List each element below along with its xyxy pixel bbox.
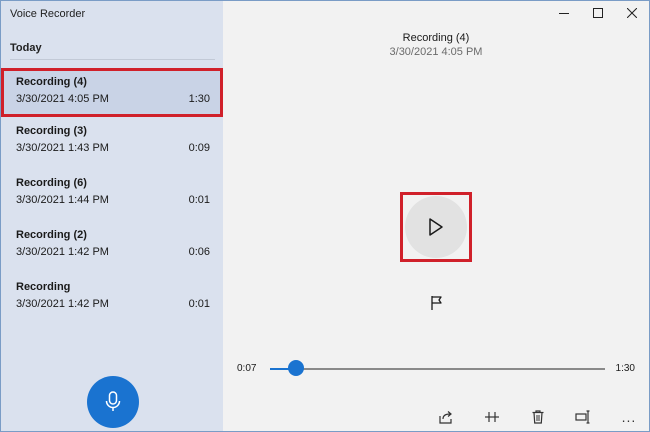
recording-date: 3/30/2021 4:05 PM: [16, 93, 109, 105]
recording-item[interactable]: Recording 3/30/2021 1:42 PM 0:01: [1, 273, 223, 325]
current-recording-title: Recording (4): [402, 32, 470, 44]
record-button[interactable]: [87, 376, 139, 428]
section-header-today: Today: [10, 42, 42, 54]
play-button[interactable]: [405, 196, 467, 258]
recording-name: Recording: [16, 281, 71, 293]
microphone-icon: [105, 391, 121, 411]
recording-item[interactable]: Recording (3) 3/30/2021 1:43 PM 0:09: [1, 117, 223, 169]
rename-button[interactable]: [572, 406, 594, 428]
recording-duration: 0:01: [188, 194, 210, 206]
more-options-button[interactable]: ...: [618, 406, 640, 428]
recordings-list: Recording (4) 3/30/2021 4:05 PM 1:30 Rec…: [1, 68, 223, 325]
sidebar: Voice Recorder Today Recording (4) 3/30/…: [1, 1, 223, 431]
seek-bar[interactable]: [270, 360, 605, 376]
play-button-highlight: [400, 192, 472, 262]
more-icon: ...: [621, 409, 637, 425]
delete-icon: [532, 410, 543, 424]
voice-recorder-window: Voice Recorder Today Recording (4) 3/30/…: [0, 0, 650, 432]
recording-item[interactable]: Recording (6) 3/30/2021 1:44 PM 0:01: [1, 169, 223, 221]
recording-duration: 1:30: [188, 93, 210, 105]
recording-item-selected[interactable]: Recording (4) 3/30/2021 4:05 PM 1:30: [1, 68, 223, 117]
maximize-button[interactable]: [581, 1, 615, 25]
trim-icon: [484, 412, 499, 422]
section-divider: [10, 59, 215, 60]
rename-icon: [575, 410, 590, 424]
player-toolbar: ...: [435, 406, 640, 428]
recording-duration: 0:09: [188, 142, 210, 154]
current-time: 0:07: [237, 363, 257, 374]
recording-item[interactable]: Recording (2) 3/30/2021 1:42 PM 0:06: [1, 221, 223, 273]
close-icon: [627, 8, 637, 18]
player-pane: Recording (4) 3/30/2021 4:05 PM 0:07 1:3…: [223, 1, 649, 431]
recording-duration: 0:01: [188, 298, 210, 310]
close-button[interactable]: [615, 1, 649, 25]
play-icon: [429, 218, 443, 236]
recording-date: 3/30/2021 1:44 PM: [16, 194, 109, 206]
recording-name: Recording (6): [16, 177, 87, 189]
delete-button[interactable]: [527, 406, 549, 428]
recording-name: Recording (2): [16, 229, 87, 241]
recording-date: 3/30/2021 1:42 PM: [16, 246, 109, 258]
trim-button[interactable]: [481, 406, 503, 428]
recording-name: Recording (4): [16, 76, 87, 88]
recording-duration: 0:06: [188, 246, 210, 258]
seek-bar-thumb[interactable]: [288, 360, 305, 376]
recording-date: 3/30/2021 1:43 PM: [16, 142, 109, 154]
add-marker-button[interactable]: [429, 295, 445, 311]
window-controls: [547, 1, 649, 25]
minimize-button[interactable]: [547, 1, 581, 25]
recording-date: 3/30/2021 1:42 PM: [16, 298, 109, 310]
recording-name: Recording (3): [16, 125, 87, 137]
current-recording-date: 3/30/2021 4:05 PM: [389, 46, 483, 58]
flag-icon: [431, 296, 442, 310]
maximize-icon: [593, 8, 603, 18]
app-title: Voice Recorder: [10, 8, 86, 20]
minimize-icon: [559, 13, 569, 14]
total-time: 1:30: [615, 363, 635, 374]
share-icon: [439, 411, 452, 424]
share-button[interactable]: [435, 406, 457, 428]
